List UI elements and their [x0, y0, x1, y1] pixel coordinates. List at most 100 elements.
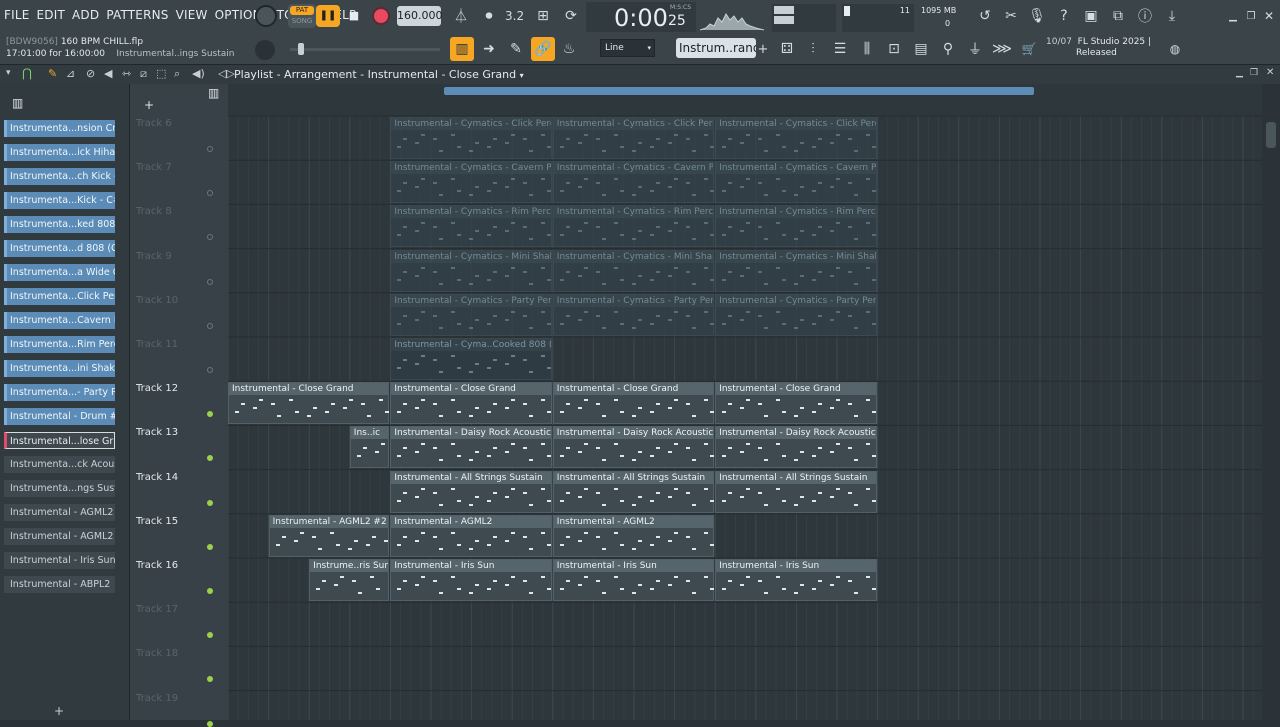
tempo-display[interactable]: 160.000: [397, 6, 443, 26]
main-pitch-knob[interactable]: [255, 40, 275, 60]
track-mute-led[interactable]: [207, 588, 213, 594]
track-grid-icon[interactable]: ▥: [208, 86, 219, 100]
menu-add[interactable]: ADD: [72, 8, 99, 22]
track-mute-led[interactable]: [207, 278, 213, 285]
metronome-icon[interactable]: ⏃: [450, 5, 472, 27]
playlist-clip[interactable]: Instrumental - Close Grand: [552, 382, 715, 425]
download-icon[interactable]: ⤓: [1161, 5, 1183, 27]
playlist-clip[interactable]: Instrumental - All Strings Sustain: [390, 470, 552, 513]
mixer-icon[interactable]: ⧉: [1107, 5, 1129, 27]
pattern-item[interactable]: Instrumenta...ck Acoustic: [4, 456, 115, 473]
playlist-clip[interactable]: Instrumental - AGML2: [390, 514, 552, 557]
news-panel[interactable]: 10/07 FL Studio 2025 | Released: [1046, 37, 1164, 61]
playlist-clip[interactable]: Instrumental - Cymatics - Mini Shaker 2: [715, 249, 877, 292]
track-mute-led[interactable]: [207, 322, 213, 329]
undo-icon[interactable]: ↺: [974, 5, 996, 27]
slip-icon[interactable]: ⇿: [122, 67, 131, 80]
playlist-clip[interactable]: Instrumental - Close Grand: [390, 382, 552, 425]
picker-toolbar-icon[interactable]: ▥: [12, 96, 23, 110]
playlist-clip[interactable]: Instrumental - Cymatics - Rim Perc 1: [390, 205, 552, 248]
pattern-item[interactable]: Instrumenta...Kick - C# #2: [4, 192, 115, 209]
menu-view[interactable]: VIEW: [176, 8, 208, 22]
globe-icon[interactable]: ◍: [1164, 38, 1186, 60]
track-mute-led[interactable]: [207, 632, 213, 639]
link-button[interactable]: 🔗: [531, 37, 555, 61]
minimize-icon[interactable]: ▁: [1236, 68, 1243, 78]
channel-select[interactable]: Instrum..rand: [676, 38, 756, 58]
step-edit-icon[interactable]: ⊞: [532, 5, 554, 27]
track-name[interactable]: Track 18: [136, 648, 178, 659]
chevron-down-icon[interactable]: ▾: [6, 68, 11, 78]
track-mute-led[interactable]: [207, 455, 213, 462]
add-icon[interactable]: +: [752, 38, 774, 60]
playlist-clip[interactable]: Instrumental - AGML2 #2: [268, 514, 390, 557]
wait-input-icon[interactable]: ⏺: [478, 5, 500, 27]
track-name[interactable]: Track 9: [136, 251, 172, 262]
track-mute-led[interactable]: [207, 234, 213, 241]
close-icon[interactable]: ✕: [1266, 67, 1274, 78]
track-mute-led[interactable]: [207, 543, 213, 550]
mic-icon[interactable]: 🎙: [1026, 5, 1048, 27]
menu-file[interactable]: FILE: [4, 8, 30, 22]
playlist-clip[interactable]: Instrumental - Iris Sun: [390, 559, 552, 601]
track-mute-led[interactable]: [207, 146, 213, 152]
playlist-clip[interactable]: Instrumental - Daisy Rock Acoustic: [552, 426, 715, 469]
pattern-item[interactable]: Instrumental - AGML2: [4, 504, 115, 521]
restore-icon[interactable]: ❐: [1250, 68, 1258, 78]
pattern-item[interactable]: Instrumenta...ick Hihat 4: [4, 144, 115, 161]
playlist-clip[interactable]: Instrumental - Cymatics - Rim Perc 1: [552, 205, 715, 248]
track-mute-led[interactable]: [207, 499, 213, 506]
track-name[interactable]: Track 10: [136, 295, 178, 306]
playlist-clip[interactable]: Instrumental - Cymatics - Party Perc: [552, 293, 715, 336]
pattern-number[interactable]: 3.2: [505, 9, 524, 23]
playlist-clip[interactable]: Instrumental - Cymatics - Mini Shaker 2: [390, 249, 552, 292]
playlist-clip[interactable]: Instrumental - Cymatics - Cavern Perc: [390, 161, 552, 204]
channel-rack-icon[interactable]: ⚃: [776, 38, 798, 60]
help-icon[interactable]: ?: [1053, 5, 1075, 27]
playlist-clip[interactable]: Instrumental - AGML2: [552, 514, 715, 557]
playlist-clip[interactable]: Instrumental - Cymatics - Mini Shaker 2: [552, 249, 715, 292]
info-icon[interactable]: ⓘ: [1134, 5, 1156, 27]
zoom-icon[interactable]: ⌕: [174, 67, 180, 81]
playlist-clip[interactable]: Instrumental - Daisy Rock Acoustic: [715, 426, 877, 469]
pencil-icon[interactable]: ✎: [48, 67, 57, 80]
save-icon[interactable]: ▣: [1080, 5, 1102, 27]
record-button[interactable]: [372, 7, 390, 25]
playlist-clip[interactable]: Instrumental - Close Grand: [228, 382, 390, 425]
playlist-clip[interactable]: Instrumental - Cymatics - Click Perc 2: [552, 117, 715, 159]
pattern-item[interactable]: Instrumenta...ini Shaker 2: [4, 360, 115, 377]
track-mute-led[interactable]: [207, 676, 213, 683]
playlist-clip[interactable]: Instrumental - Cymatics - Rim Perc 1: [715, 205, 877, 248]
pattern-item[interactable]: Instrumental - Iris Sun: [4, 552, 115, 569]
playlist-clip[interactable]: Instrume..ris Sun: [309, 559, 390, 601]
track-name[interactable]: Track 6: [136, 118, 172, 129]
pattern-item[interactable]: Instrumenta...Cavern Perc: [4, 312, 115, 329]
playlist-clip[interactable]: Instrumental - Cymatics - Click Perc 2: [715, 117, 877, 159]
pattern-item[interactable]: Instrumental - ABPL2: [4, 576, 115, 593]
track-name[interactable]: Track 17: [136, 604, 178, 615]
pattern-item[interactable]: Instrumental - Drum #19: [4, 408, 115, 425]
playlist-clip[interactable]: Instrumental - Iris Sun: [715, 559, 877, 601]
slice-icon[interactable]: ⧄: [140, 67, 147, 81]
playlist-button[interactable]: ▥: [450, 37, 474, 61]
add-pattern-icon[interactable]: +: [54, 704, 64, 718]
playlist-clip[interactable]: Instrumental - Cymatics - Party Perc: [715, 293, 877, 336]
loop-record-icon[interactable]: ⟳: [560, 5, 582, 27]
playlist-clip[interactable]: Ins..ic: [349, 426, 390, 469]
add-track-icon[interactable]: +: [144, 98, 154, 112]
playlist-clip[interactable]: Instrumental - Cymatics - Party Perc: [390, 293, 552, 336]
delete-icon[interactable]: ⊘: [86, 67, 95, 80]
track-name[interactable]: Track 19: [136, 693, 178, 704]
arrow-right-icon[interactable]: ➜: [478, 38, 500, 60]
vertical-scrollbar[interactable]: [1262, 100, 1280, 720]
paint-icon[interactable]: ⊿: [66, 67, 75, 80]
brush-icon[interactable]: ✎: [505, 38, 527, 60]
browser-icon[interactable]: ⊡: [883, 38, 905, 60]
plug-icon[interactable]: ⏚: [964, 38, 986, 60]
track-name[interactable]: Track 13: [136, 427, 178, 438]
plugin-icon[interactable]: ⚲: [937, 38, 959, 60]
pattern-item[interactable]: Instrumenta...- Party Perc: [4, 384, 115, 401]
pattern-item[interactable]: Instrumental...lose Grand: [4, 432, 115, 449]
pat-song-toggle[interactable]: PAT SONG: [288, 4, 316, 28]
playlist-clip[interactable]: Instrumental - Iris Sun: [552, 559, 715, 601]
